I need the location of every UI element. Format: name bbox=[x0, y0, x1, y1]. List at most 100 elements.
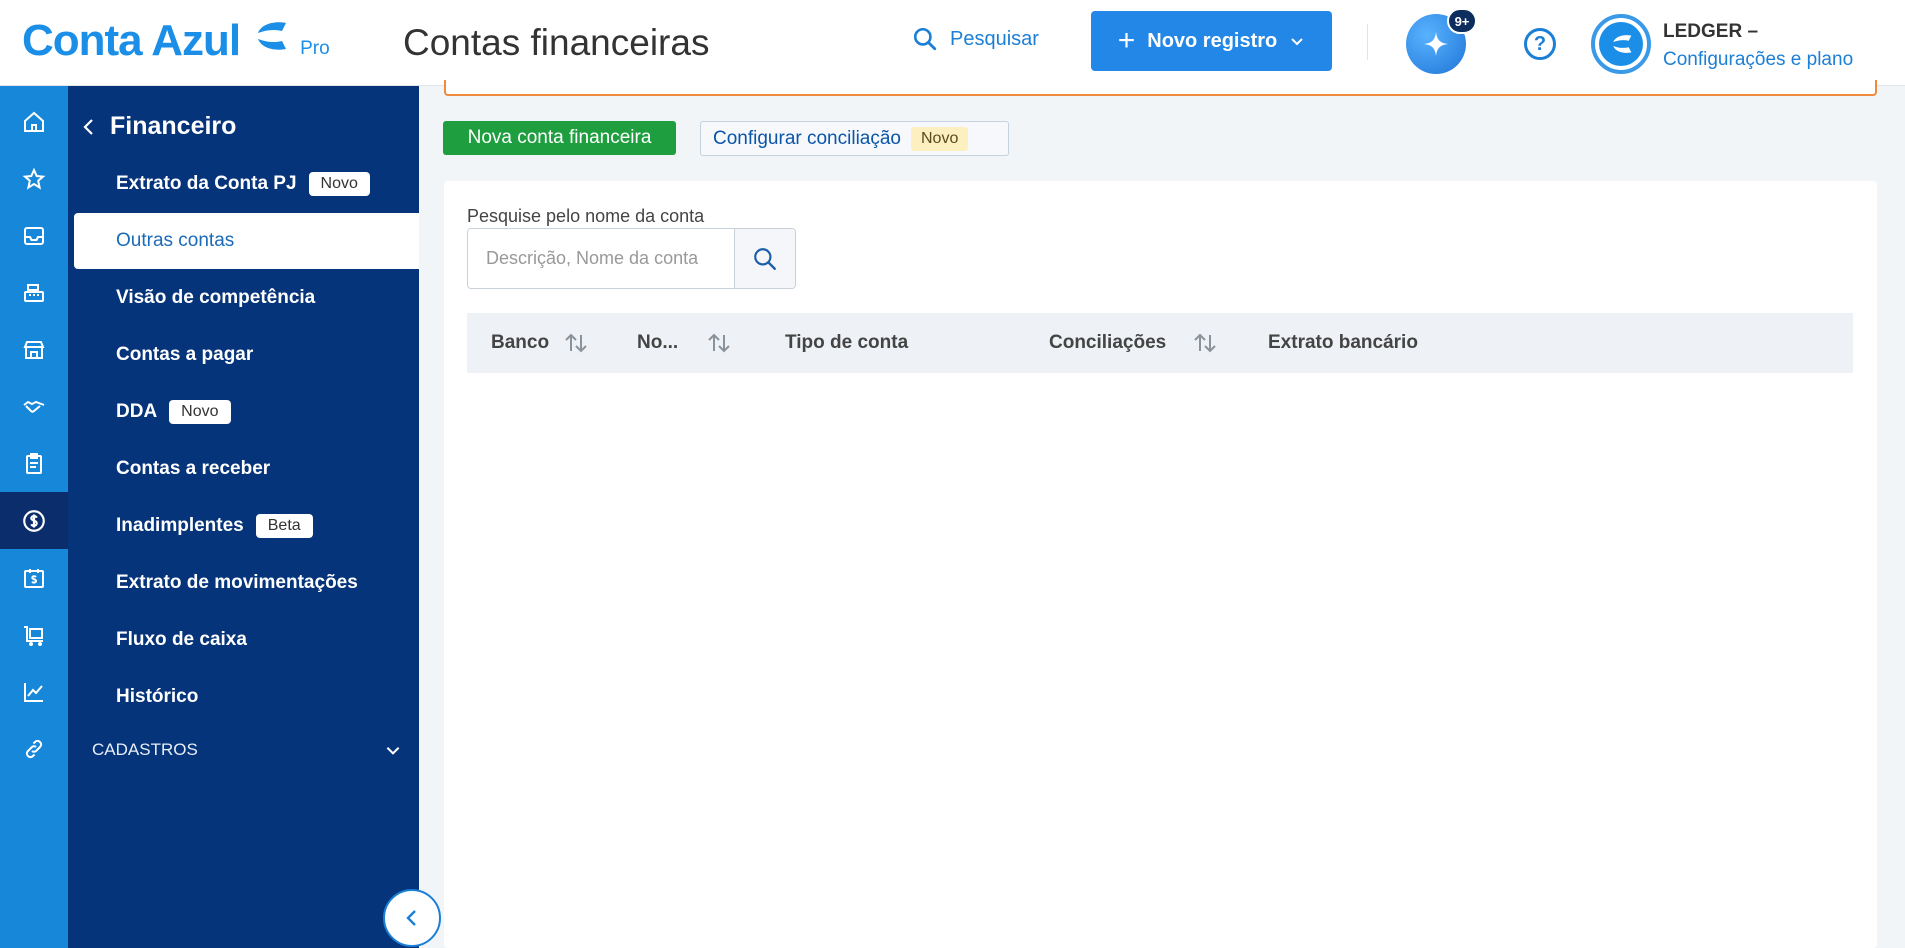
sidebar-item-extrato-movimentacoes[interactable]: Extrato de movimentações bbox=[74, 555, 419, 611]
column-label: Conciliações bbox=[1049, 332, 1167, 353]
new-badge: Novo bbox=[308, 172, 370, 196]
sidebar-item-extrato-conta-pj[interactable]: Extrato da Conta PJ Novo bbox=[74, 156, 419, 212]
financial-sidebar: Financeiro Extrato da Conta PJ Novo Outr… bbox=[68, 86, 419, 948]
new-record-button[interactable]: + Novo registro bbox=[1091, 11, 1332, 71]
sidebar-item-label: Contas a pagar bbox=[116, 344, 254, 365]
column-header-nome: No... bbox=[637, 313, 732, 373]
company-name: LEDGER – bbox=[1663, 21, 1759, 42]
rail-reports[interactable] bbox=[0, 663, 68, 720]
sidebar-item-historico[interactable]: Histórico bbox=[74, 669, 419, 725]
column-label: Tipo de conta bbox=[785, 332, 909, 353]
column-header-conciliacoes: Conciliações bbox=[1049, 313, 1218, 373]
chevron-left-icon bbox=[406, 910, 416, 926]
sidebar-item-label: Fluxo de caixa bbox=[116, 629, 247, 650]
chevron-down-icon bbox=[386, 747, 400, 755]
sidebar-item-fluxo-de-caixa[interactable]: Fluxo de caixa bbox=[74, 612, 419, 668]
plan-label: Pro bbox=[300, 38, 330, 59]
rail-purchases[interactable] bbox=[0, 606, 68, 663]
column-header-banco: Banco bbox=[491, 313, 589, 373]
plus-icon: + bbox=[1117, 24, 1136, 57]
rail-home[interactable] bbox=[0, 93, 68, 150]
global-search-button[interactable]: Pesquisar bbox=[912, 26, 1039, 52]
sidebar-item-inadimplentes[interactable]: Inadimplentes Beta bbox=[74, 498, 419, 554]
link-icon bbox=[25, 739, 43, 758]
clipboard-icon bbox=[26, 452, 42, 474]
new-badge: Novo bbox=[169, 400, 231, 424]
sidebar-item-visao-competencia[interactable]: Visão de competência bbox=[74, 270, 419, 326]
sidebar-item-label: Visão de competência bbox=[116, 287, 316, 308]
search-icon bbox=[754, 247, 777, 270]
sidebar-item-outras-contas[interactable]: Outras contas bbox=[74, 213, 419, 269]
sparkle-icon bbox=[1424, 32, 1448, 56]
beta-badge: Beta bbox=[255, 514, 313, 538]
rail-sales[interactable] bbox=[0, 264, 68, 321]
column-label: No... bbox=[637, 332, 679, 353]
rail-favorites[interactable] bbox=[0, 150, 68, 207]
brand-mark-icon bbox=[250, 19, 290, 58]
rail-contracts[interactable] bbox=[0, 378, 68, 435]
account-search bbox=[467, 228, 796, 289]
handshake-icon bbox=[23, 400, 45, 413]
accounts-panel: Pesquise pelo nome da conta Banco No... … bbox=[444, 181, 1877, 948]
new-badge: Novo bbox=[911, 126, 969, 151]
sidebar-title: Financeiro bbox=[110, 112, 237, 140]
rail-integrations[interactable] bbox=[0, 720, 68, 777]
inbox-icon bbox=[24, 226, 44, 245]
sidebar-item-contas-a-pagar[interactable]: Contas a pagar bbox=[74, 327, 419, 383]
sort-icon[interactable] bbox=[563, 331, 589, 355]
sidebar-item-contas-a-receber[interactable]: Contas a receber bbox=[74, 441, 419, 497]
sort-icon[interactable] bbox=[1192, 331, 1218, 355]
dollar-circle-icon bbox=[23, 509, 45, 532]
section-label: CADASTROS bbox=[92, 740, 198, 759]
new-record-label: Novo registro bbox=[1147, 29, 1278, 52]
sidebar-section-cadastros[interactable]: CADASTROS bbox=[92, 740, 402, 760]
store-icon bbox=[23, 340, 45, 359]
column-header-tipo-de-conta: Tipo de conta bbox=[785, 313, 908, 373]
notification-badge: 9+ bbox=[1447, 8, 1477, 34]
sidebar-item-label: Extrato da Conta PJ bbox=[116, 173, 297, 194]
chevron-down-icon bbox=[1291, 38, 1303, 46]
sort-icon[interactable] bbox=[706, 331, 732, 355]
company-logo-icon bbox=[1599, 22, 1643, 66]
sidebar-item-label: Histórico bbox=[116, 686, 199, 707]
settings-and-plan-link[interactable]: Configurações e plano bbox=[1663, 49, 1853, 71]
alert-banner bbox=[444, 80, 1877, 96]
sidebar-item-label: Contas a receber bbox=[116, 458, 271, 479]
sidebar-item-dda[interactable]: DDA Novo bbox=[74, 384, 419, 440]
cart-icon bbox=[24, 625, 43, 646]
header-divider bbox=[1367, 24, 1368, 60]
column-label: Extrato bancário bbox=[1268, 332, 1418, 353]
column-label: Banco bbox=[491, 332, 550, 353]
avatar[interactable] bbox=[1591, 14, 1651, 74]
top-header: Conta Azul Pro Contas financeiras Pesqui… bbox=[0, 0, 1905, 86]
module-rail bbox=[0, 86, 68, 948]
column-header-extrato-bancario: Extrato bancário bbox=[1268, 313, 1418, 373]
sidebar-item-label: DDA bbox=[116, 401, 158, 422]
sidebar-back-button[interactable]: Financeiro bbox=[82, 112, 236, 141]
rail-financial[interactable] bbox=[0, 492, 68, 549]
page-title: Contas financeiras bbox=[403, 22, 710, 63]
account-search-button[interactable] bbox=[734, 229, 795, 288]
sidebar-item-label: Outras contas bbox=[116, 230, 235, 251]
account-search-input[interactable] bbox=[468, 229, 735, 288]
rail-store[interactable] bbox=[0, 321, 68, 378]
rail-inbox[interactable] bbox=[0, 207, 68, 264]
sidebar-item-label: Extrato de movimentações bbox=[116, 572, 358, 593]
search-icon bbox=[913, 27, 937, 51]
rail-services[interactable] bbox=[0, 435, 68, 492]
configure-reconciliation-button[interactable]: Configurar conciliação Novo bbox=[700, 121, 1009, 156]
star-icon bbox=[22, 167, 46, 190]
collapse-sidebar-button[interactable] bbox=[383, 889, 441, 947]
configure-label: Configurar conciliação bbox=[713, 127, 901, 149]
new-financial-account-button[interactable]: Nova conta financeira bbox=[443, 121, 676, 155]
accounts-table-header: Banco No... Tipo de conta Conciliações E… bbox=[467, 313, 1853, 373]
home-icon bbox=[24, 111, 44, 132]
chevron-left-icon bbox=[83, 118, 93, 135]
brand-name: Conta Azul bbox=[22, 16, 241, 65]
help-icon[interactable]: ? bbox=[1524, 28, 1556, 60]
search-field-label: Pesquise pelo nome da conta bbox=[467, 206, 705, 226]
chart-icon bbox=[24, 682, 43, 702]
search-label: Pesquisar bbox=[950, 27, 1039, 50]
rail-billing[interactable] bbox=[0, 549, 68, 606]
brand-logo[interactable]: Conta Azul Pro bbox=[22, 16, 330, 66]
